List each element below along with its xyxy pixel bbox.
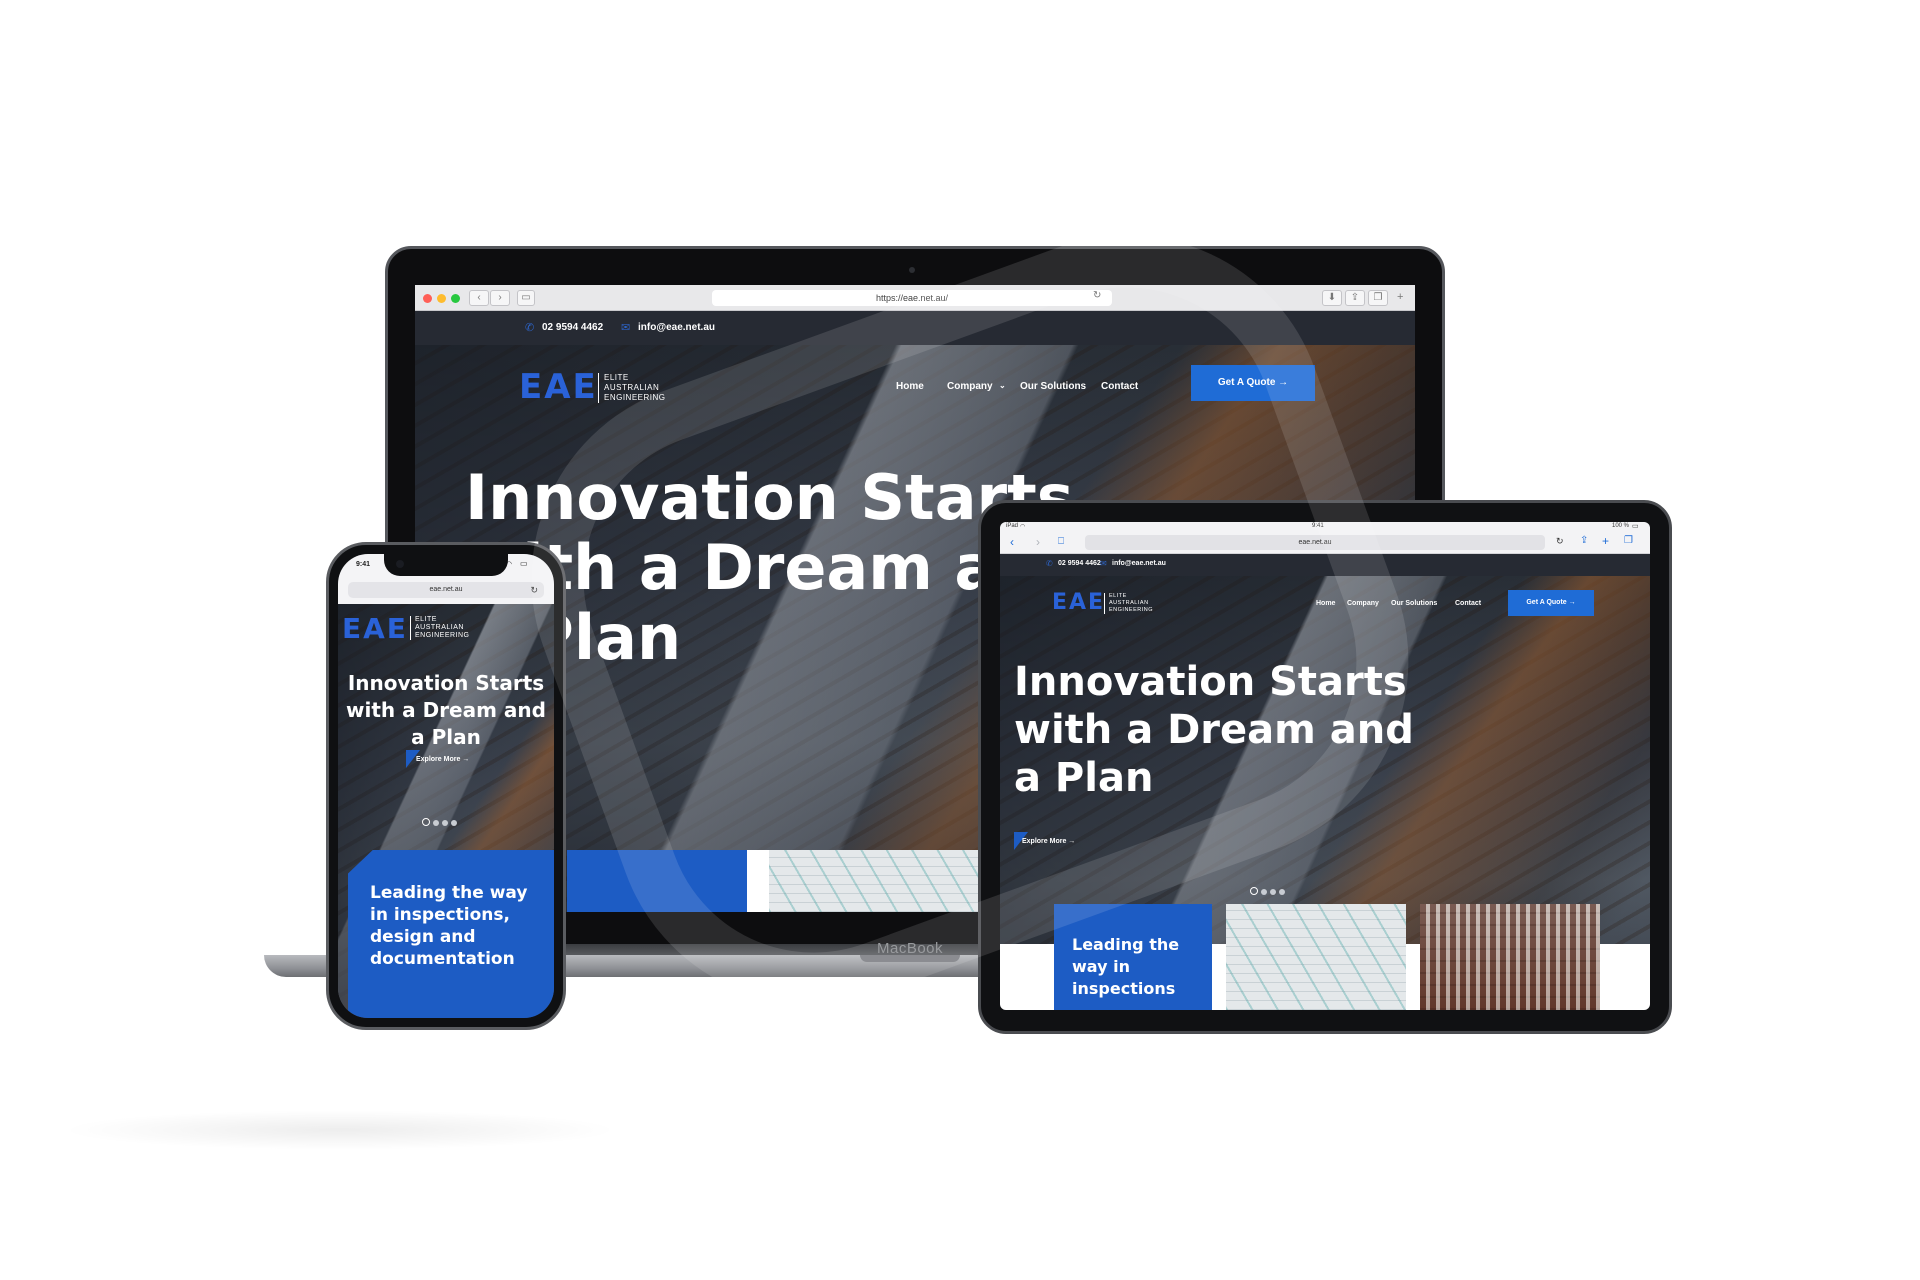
tabs-icon[interactable]: ❐ <box>1368 290 1388 306</box>
slider-dots[interactable] <box>1250 882 1288 900</box>
share-icon[interactable]: ⇪ <box>1580 535 1588 546</box>
mail-icon: ✉ <box>621 322 631 334</box>
nav-contact[interactable]: Contact <box>1455 600 1481 607</box>
battery-icon: ▭ <box>1632 523 1639 530</box>
slider-dot-3[interactable] <box>1270 889 1276 895</box>
battery-icon: ▭ <box>520 559 528 568</box>
feature-card-title: Leading the way in inspections <box>1072 935 1180 998</box>
new-tab-plus-icon[interactable]: + <box>1397 291 1403 303</box>
share-icon[interactable]: ⇪ <box>1345 290 1365 306</box>
plus-icon[interactable]: + <box>1602 534 1609 548</box>
minimize-window-button[interactable] <box>437 294 446 303</box>
feature-image-building[interactable] <box>1420 904 1600 1010</box>
slider-dot-2[interactable] <box>1261 889 1267 895</box>
slider-dots[interactable] <box>422 813 460 831</box>
logo-tagline: ELITE AUSTRALIAN ENGINEERING <box>410 616 470 640</box>
slider-dot-4[interactable] <box>451 820 457 826</box>
close-window-button[interactable] <box>423 294 432 303</box>
slider-dot-1[interactable] <box>422 818 430 826</box>
explore-more-link[interactable]: Explore More → <box>416 756 469 763</box>
contact-email[interactable]: info@eae.net.au <box>638 322 715 333</box>
maximize-window-button[interactable] <box>451 294 460 303</box>
hero-section: EAE ELITE AUSTRALIAN ENGINEERING Innovat… <box>338 604 554 1018</box>
download-icon[interactable]: ⬇ <box>1322 290 1342 306</box>
feature-image-sketch[interactable] <box>1226 904 1406 1010</box>
status-time: 9:41 <box>356 561 371 568</box>
hero-headline: Innovation Starts with a Dream and a Pla… <box>346 671 546 749</box>
tabs-icon[interactable]: ❐ <box>1624 535 1633 546</box>
slider-dot-1[interactable] <box>1250 887 1258 895</box>
phone-screen: 9:41 ◠ ▭ eae.net.au ↻ EAE ELITE AUSTRALI… <box>338 554 554 1018</box>
site-logo[interactable]: EAE <box>342 612 408 645</box>
address-bar[interactable]: eae.net.au ↻ <box>348 582 544 598</box>
back-icon[interactable]: ‹ <box>469 290 489 306</box>
site-logo[interactable]: EAE <box>519 367 598 407</box>
feature-card-title: Leading the way in inspections, design a… <box>370 883 528 969</box>
reload-icon[interactable]: ↻ <box>1556 536 1564 547</box>
slider-dot-3[interactable] <box>442 820 448 826</box>
slider-dot-2[interactable] <box>433 820 439 826</box>
floor-shadow <box>60 1110 620 1150</box>
laptop-camera <box>909 267 915 273</box>
phone-camera <box>396 560 404 568</box>
forward-icon[interactable]: › <box>490 290 510 306</box>
slider-dot-4[interactable] <box>1279 889 1285 895</box>
status-battery: 100 % <box>1612 523 1630 529</box>
contact-phone[interactable]: 02 9594 4462 <box>542 322 603 333</box>
phone-icon: ✆ <box>525 322 535 334</box>
sidebar-icon[interactable]: ▭ <box>517 290 535 306</box>
get-a-quote-button[interactable]: Get A Quote → <box>1508 590 1594 616</box>
